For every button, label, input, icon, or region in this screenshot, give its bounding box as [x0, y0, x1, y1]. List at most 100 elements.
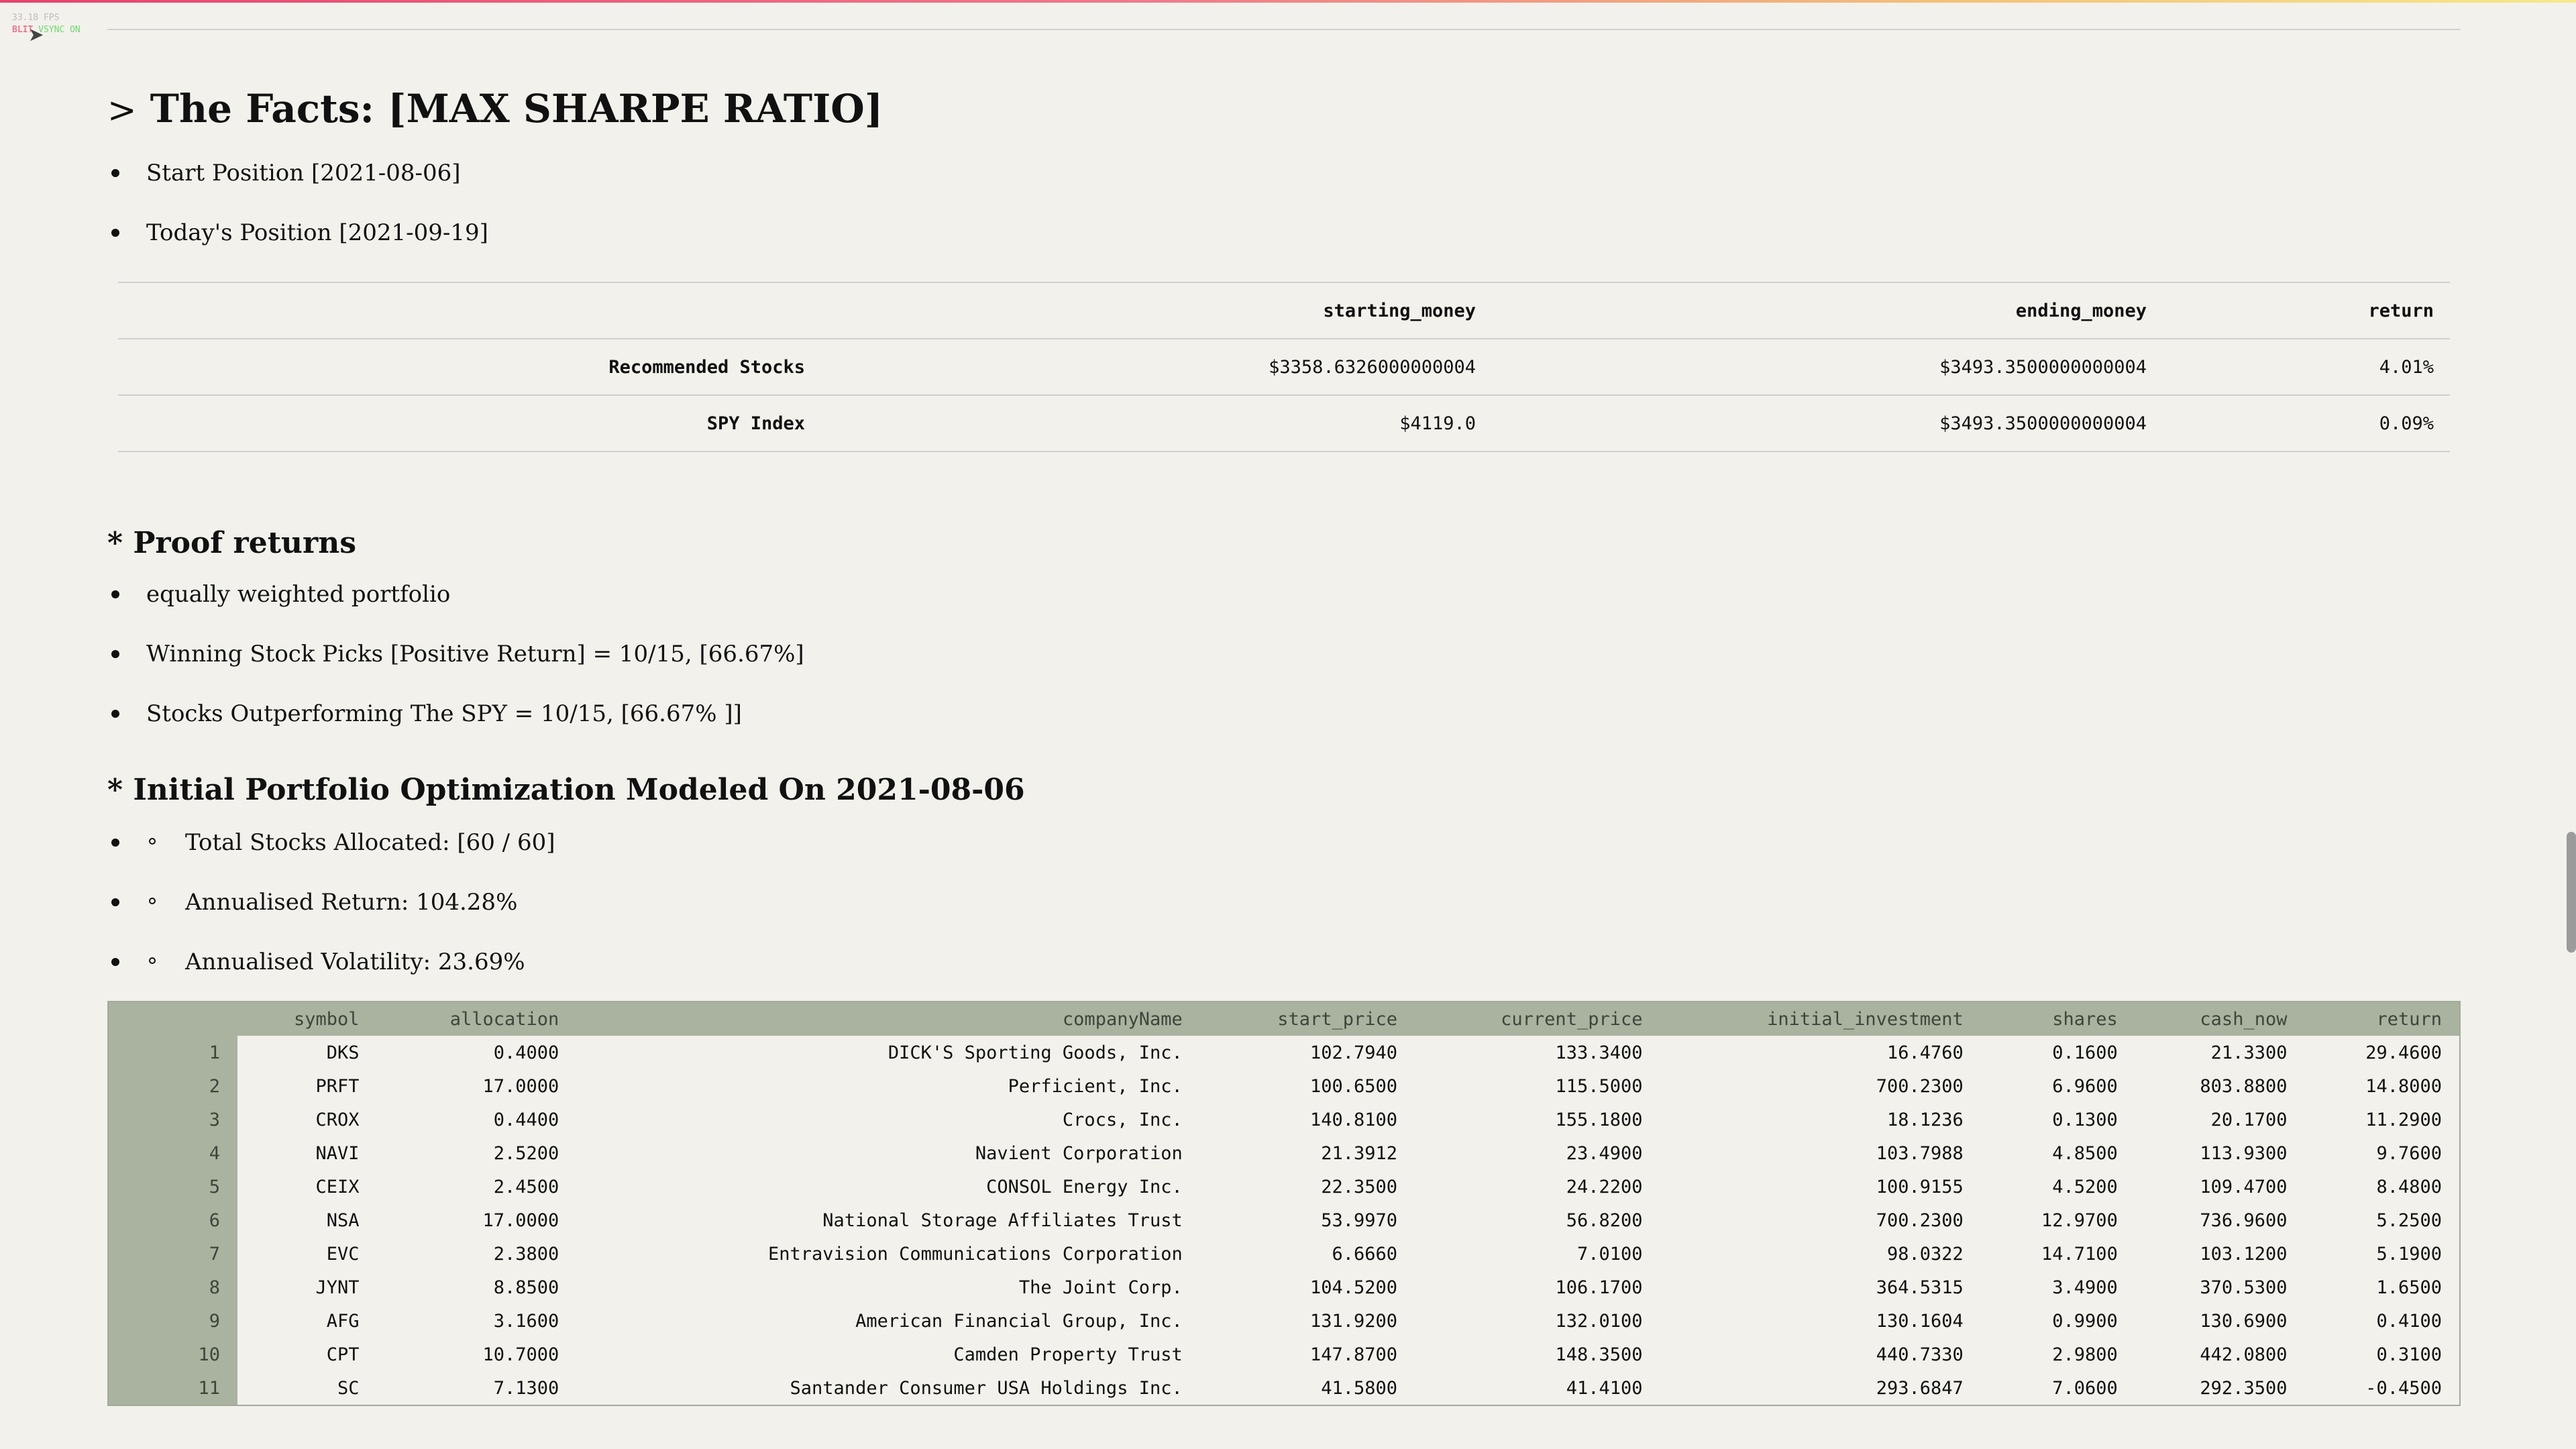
row-index: 8 [108, 1271, 237, 1304]
chevron-right-icon[interactable]: ➤ [28, 25, 47, 44]
top-accent-bar [0, 0, 2576, 3]
table-cell: 103.7988 [1876, 1142, 1964, 1164]
table-cell: Perficient, Inc. [1008, 1075, 1183, 1097]
row-index: 10 [108, 1338, 237, 1371]
table-cell: $3493.3500000000004 [1492, 338, 2163, 395]
table-cell: 130.1604 [1876, 1310, 1964, 1332]
table-row: 2 PRFT 17.0000 Perficient, Inc. 100.6500 115.… [108, 1069, 2460, 1103]
sub-bullet-icon [149, 898, 156, 904]
column-header: starting_money [821, 282, 1492, 339]
table-cell: Santander Consumer USA Holdings Inc. [790, 1377, 1183, 1399]
table-cell: 104.5200 [1310, 1277, 1398, 1298]
list-item-text: Stocks Outperforming The SPY = 10/15, [6… [146, 700, 742, 727]
list-item-text: equally weighted portfolio [146, 581, 451, 608]
table-cell: 56.8200 [1566, 1210, 1643, 1231]
table-cell: 2.5200 [493, 1142, 559, 1164]
table-cell: 11.2900 [2365, 1109, 2442, 1130]
table-cell: Entravision Communications Corporation [768, 1243, 1183, 1265]
list-item-text: Total Stocks Allocated: [60 / 60] [185, 829, 555, 856]
table-cell: 0.09% [2163, 394, 2450, 452]
table-row: SPY Index $4119.0 $3493.3500000000004 0.… [118, 394, 2450, 452]
sub-bullet-icon [149, 838, 156, 845]
table-cell: CPT [326, 1344, 360, 1365]
table-cell: 100.9155 [1876, 1176, 1964, 1197]
table-cell: 22.3500 [1321, 1176, 1398, 1197]
row-index: 6 [108, 1203, 237, 1237]
title-text: The Facts: [MAX SHARPE RATIO] [150, 86, 883, 131]
fps-readout: 33.18 FPS [12, 13, 60, 23]
table-cell: 0.4400 [493, 1109, 559, 1130]
table-cell: 7.0100 [1576, 1243, 1643, 1265]
column-header-shares: shares [1980, 1002, 2135, 1036]
bullet-icon [111, 898, 119, 906]
table-cell: Navient Corporation [975, 1142, 1183, 1164]
list-item-text: Winning Stock Picks [Positive Return] = … [146, 641, 804, 667]
table-row: 11 SC 7.1300 Santander Consumer USA Holding… [108, 1371, 2460, 1405]
row-index: 1 [108, 1036, 237, 1069]
table-cell: 100.6500 [1310, 1075, 1398, 1097]
table-cell: SC [337, 1377, 360, 1399]
column-header-allocation: allocation [376, 1002, 577, 1036]
table-cell: 5.2500 [2376, 1210, 2442, 1231]
row-index: 3 [108, 1103, 237, 1136]
table-cell: 4.01% [2163, 338, 2450, 395]
table-cell: 7.1300 [493, 1377, 559, 1399]
column-header-cash-now: cash_now [2135, 1002, 2305, 1036]
scrollbar-thumb[interactable] [2567, 832, 2576, 953]
table-cell: American Financial Group, Inc. [855, 1310, 1183, 1332]
row-label: SPY Index [118, 394, 821, 452]
table-cell: 8.8500 [493, 1277, 559, 1298]
row-label: Recommended Stocks [118, 338, 821, 395]
row-index: 9 [108, 1304, 237, 1338]
table-cell: 440.7330 [1876, 1344, 1964, 1365]
table-cell: 8.4800 [2376, 1176, 2442, 1197]
table-cell: 29.4600 [2365, 1042, 2442, 1063]
column-header-companyname: companyName [576, 1002, 1200, 1036]
table-cell: DKS [326, 1042, 360, 1063]
table-cell: 20.1700 [2210, 1109, 2288, 1130]
table-cell: CONSOL Energy Inc. [986, 1176, 1183, 1197]
table-cell: 0.4100 [2376, 1310, 2442, 1332]
table-cell: 113.9300 [2200, 1142, 2288, 1164]
table-cell: $3358.6326000000004 [821, 338, 1492, 395]
table-cell: Camden Property Trust [953, 1344, 1183, 1365]
table-row: 8 JYNT 8.8500 The Joint Corp. 104.5200 106.17… [108, 1271, 2460, 1304]
table-cell: JYNT [315, 1277, 360, 1298]
facts-table: starting_money ending_money return Recom… [118, 282, 2450, 452]
row-index: 11 [108, 1371, 237, 1405]
list-item-text: Today's Position [2021-09-19] [146, 219, 488, 246]
table-cell: 148.3500 [1555, 1344, 1643, 1365]
column-header-initial-investment: initial_investment [1660, 1002, 1981, 1036]
column-header: ending_money [1492, 282, 2163, 339]
list-item-text: Annualised Volatility: 23.69% [185, 949, 525, 975]
divider [107, 29, 2461, 30]
table-cell: 41.5800 [1321, 1377, 1398, 1399]
table-cell: 140.8100 [1310, 1109, 1398, 1130]
row-index: 7 [108, 1237, 237, 1271]
table-cell: 0.4000 [493, 1042, 559, 1063]
table-cell: NAVI [315, 1142, 360, 1164]
table-cell: $3493.3500000000004 [1492, 394, 2163, 452]
list-item-text: Annualised Return: 104.28% [185, 889, 518, 916]
table-cell: 0.9900 [2052, 1310, 2118, 1332]
table-cell: 131.9200 [1310, 1310, 1398, 1332]
table-header-row: symbol allocation companyName start_price cu… [108, 1002, 2460, 1036]
bullet-icon [111, 958, 119, 966]
index-header [108, 1002, 237, 1036]
table-cell: 4.5200 [2052, 1176, 2118, 1197]
table-cell: 1.6500 [2376, 1277, 2442, 1298]
bullet-icon [111, 229, 119, 237]
table-cell: 442.0800 [2200, 1344, 2288, 1365]
table-row: 6 NSA 17.0000 National Storage Affiliates T… [108, 1203, 2460, 1237]
table-cell: 7.0600 [2052, 1377, 2118, 1399]
table-cell: 109.4700 [2200, 1176, 2288, 1197]
table-cell: 0.1600 [2052, 1042, 2118, 1063]
table-cell: 53.9970 [1321, 1210, 1398, 1231]
table-cell: 364.5315 [1876, 1277, 1964, 1298]
column-header: return [2163, 282, 2450, 339]
table-cell: 12.9700 [2041, 1210, 2118, 1231]
table-cell: 102.7940 [1310, 1042, 1398, 1063]
table-cell: 133.3400 [1555, 1042, 1643, 1063]
table-cell: 10.7000 [482, 1344, 559, 1365]
table-cell: 5.1900 [2376, 1243, 2442, 1265]
